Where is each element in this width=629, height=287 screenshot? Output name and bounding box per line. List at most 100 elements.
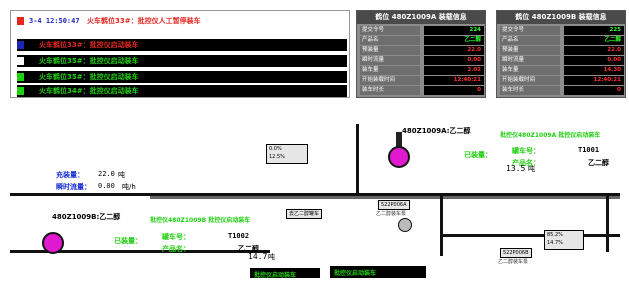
level-indicator-b: 85.2% 14.7% xyxy=(544,230,584,250)
info-value: 225 xyxy=(564,26,624,35)
info-label: 预装量 xyxy=(500,46,560,55)
level-value: 12.5% xyxy=(269,154,285,160)
info-row: 提交令号 224 xyxy=(360,26,484,35)
line-tag[interactable]: 去乙二醇罐车 xyxy=(286,209,323,219)
riser-pipe xyxy=(356,124,359,194)
info-row: 预装量 22.0 xyxy=(500,46,624,55)
level-value: 0.0% xyxy=(269,146,282,152)
info-label: 装车时长 xyxy=(360,86,420,95)
info-label: 提交令号 xyxy=(500,26,560,35)
info-label: 提交令号 xyxy=(360,26,420,35)
loaded-label-a: 已装量： xyxy=(464,151,492,159)
info-row: 产品名 乙二醇 xyxy=(360,36,484,45)
alarm-message: 火车鹤位35#：批控仪启动装车 xyxy=(39,57,139,65)
alarm-row[interactable]: 3-4 12:50:47 火车鹤位33#：批控仪人工暂停装车 xyxy=(17,15,347,27)
bottom-status-text: 批控仪启动装车 xyxy=(334,270,377,277)
info-value: 0 xyxy=(564,86,624,95)
level-value: 14.7% xyxy=(547,240,563,246)
info-row: 预装量 22.0 xyxy=(360,46,484,55)
info-value: 14.30 xyxy=(564,66,624,75)
pump-b-desc: 乙二醇装车泵 xyxy=(498,259,529,265)
station-a-status: 批控仪480Z1009A 批控仪启动装车 xyxy=(500,132,601,139)
alarm-marker-icon xyxy=(17,57,24,65)
info-value: 224 xyxy=(424,26,484,35)
info-row: 瞬时流量 0.00 xyxy=(500,56,624,65)
fill-preset-label: 充装量： xyxy=(56,171,84,179)
tank-no-a: T1001 xyxy=(578,146,600,154)
info-value: 0 xyxy=(424,86,484,95)
info-row: 装车时长 0 xyxy=(360,86,484,95)
pump-icon[interactable] xyxy=(398,218,412,232)
tank-no-label-a: 罐车号： xyxy=(512,147,540,155)
info-value: 22.0 xyxy=(424,46,484,55)
alarm-message: 火车鹤位33#：批控仪人工暂停装车 xyxy=(87,17,201,25)
alarm-row[interactable]: 火车鹤位33#：批控仪启动装车 xyxy=(17,39,347,51)
amount-unit-b: 吨 xyxy=(268,253,275,261)
level-value: 85.2% xyxy=(547,232,563,238)
level-indicator-a: 0.0% 12.5% xyxy=(266,144,308,164)
info-row: 装车量 2.02 xyxy=(360,66,484,75)
info-row: 装车量 14.30 xyxy=(500,66,624,75)
product-label-b: 产品名： xyxy=(162,245,190,253)
fill-flow-unit: 吨/h xyxy=(122,183,136,191)
panel-title: 鹤位 480Z1009B 装载信息 xyxy=(497,11,625,24)
product-a: 乙二醇 xyxy=(588,159,609,167)
tank-no-b: T1002 xyxy=(228,232,250,240)
info-label: 装车时长 xyxy=(500,86,560,95)
alarm-marker-icon xyxy=(17,87,24,95)
station-a-title: 480Z1009A:乙二醇 xyxy=(402,127,471,135)
alarm-time: 3-4 12:50:47 xyxy=(29,17,80,25)
info-label: 开始装载时间 xyxy=(500,76,560,85)
alarm-row[interactable]: 火车鹤位35#：批控仪启动装车 xyxy=(17,55,347,67)
amount-unit-a: 吨 xyxy=(528,165,535,173)
info-row: 瞬时流量 0.00 xyxy=(360,56,484,65)
station-b-title: 480Z1009B:乙二醇 xyxy=(52,213,121,221)
info-row: 开始装载时间 12:40:21 xyxy=(360,76,484,85)
main-pipe xyxy=(150,196,620,199)
loading-info-panel-a: 鹤位 480Z1009A 装载信息 提交令号 224 产品名 乙二醇 预装量 22.0… xyxy=(356,10,486,98)
info-value: 0.00 xyxy=(564,56,624,65)
amount-b: 14.7 xyxy=(248,252,268,261)
info-row: 产品名 乙二醇 xyxy=(500,36,624,45)
info-label: 瞬时流量 xyxy=(500,56,560,65)
fill-flow-value: 0.00 xyxy=(98,182,115,190)
tank-car-icon[interactable] xyxy=(388,146,410,168)
station-b-status: 批控仪480Z1009B 批控仪启动装车 xyxy=(150,217,251,224)
info-label: 瞬时流量 xyxy=(360,56,420,65)
alarm-panel: 3-4 12:50:47 火车鹤位33#：批控仪人工暂停装车 火车鹤位33#：批… xyxy=(10,10,350,98)
info-value: 2.02 xyxy=(424,66,484,75)
alarm-message: 火车鹤位34#：批控仪启动装车 xyxy=(39,87,139,95)
fill-flow-label: 瞬时流量： xyxy=(56,183,91,191)
alarm-row[interactable]: 火车鹤位35#：批控仪启动装车 xyxy=(17,71,347,83)
info-row: 装车时长 0 xyxy=(500,86,624,95)
fill-preset-unit: 吨 xyxy=(118,171,125,179)
panel-title: 鹤位 480Z1009A 装载信息 xyxy=(357,11,485,24)
loading-info-panel-b: 鹤位 480Z1009B 装载信息 提交令号 225 产品名 乙二醇 预装量 22.0… xyxy=(496,10,626,98)
info-value: 乙二醇 xyxy=(564,36,624,45)
info-label: 产品名 xyxy=(360,36,420,45)
alarm-marker-icon xyxy=(17,73,24,81)
tank-car-icon[interactable] xyxy=(42,232,64,254)
tank-no-label-b: 罐车号： xyxy=(162,233,190,241)
info-label: 装车量 xyxy=(500,66,560,75)
alarm-marker-icon xyxy=(17,41,24,49)
info-value: 0.00 xyxy=(424,56,484,65)
info-row: 提交令号 225 xyxy=(500,26,624,35)
alarm-message: 火车鹤位35#：批控仪启动装车 xyxy=(39,73,139,81)
pump-b-tag[interactable]: 522P006B xyxy=(500,248,532,258)
info-value: 12:40:21 xyxy=(424,76,484,85)
amount-a: 13.5 xyxy=(506,164,526,173)
alarm-marker-icon xyxy=(17,17,24,25)
info-label: 产品名 xyxy=(500,36,560,45)
info-row: 开始装载时间 12:40:21 xyxy=(500,76,624,85)
pump-a-tag[interactable]: 522P006A xyxy=(378,200,410,210)
info-value: 乙二醇 xyxy=(424,36,484,45)
info-label: 装车量 xyxy=(360,66,420,75)
riser-pipe xyxy=(440,196,443,256)
riser-pipe xyxy=(606,196,609,252)
alarm-row[interactable]: 火车鹤位34#：批控仪启动装车 xyxy=(17,85,347,97)
info-value: 22.0 xyxy=(564,46,624,55)
fill-preset-value: 22.0 xyxy=(98,170,115,178)
alarm-message: 火车鹤位33#：批控仪启动装车 xyxy=(39,41,139,49)
info-label: 开始装载时间 xyxy=(360,76,420,85)
